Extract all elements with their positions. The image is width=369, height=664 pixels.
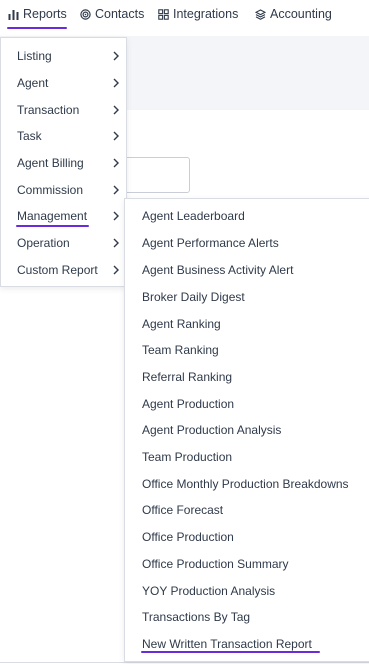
- submenu-item-label: Agent Ranking: [142, 317, 221, 331]
- menu-item-label: Agent: [17, 76, 49, 90]
- submenu-item-label: Office Production: [142, 530, 234, 544]
- submenu-item-label: Transactions By Tag: [142, 610, 251, 624]
- submenu-item-label: Office Monthly Production Breakdowns: [142, 477, 349, 491]
- bar-chart-icon: [8, 9, 19, 20]
- menu-item-task[interactable]: Task: [1, 123, 126, 149]
- menu-item-label: Custom Report: [17, 263, 98, 277]
- chevron-right-icon: [113, 265, 119, 275]
- nav-integrations[interactable]: Integrations: [158, 0, 238, 28]
- submenu-item-label: Broker Daily Digest: [142, 290, 245, 304]
- menu-item-custom-report[interactable]: Custom Report: [1, 257, 126, 283]
- submenu-item-label: Team Ranking: [142, 343, 219, 357]
- submenu-item-office-production[interactable]: Office Production: [125, 524, 369, 550]
- menu-item-agent[interactable]: Agent: [1, 70, 126, 96]
- nav-accounting[interactable]: Accounting: [255, 0, 332, 28]
- nav-integrations-label: Integrations: [173, 7, 239, 21]
- divider: [0, 662, 369, 663]
- menu-item-agent-billing[interactable]: Agent Billing: [1, 150, 126, 176]
- chevron-right-icon: [113, 185, 119, 195]
- active-tab-indicator: [7, 27, 67, 29]
- chevron-right-icon: [113, 131, 119, 141]
- submenu-item-label: Agent Performance Alerts: [142, 236, 279, 250]
- submenu-item-agent-production[interactable]: Agent Production: [125, 391, 369, 417]
- submenu-item-team-production[interactable]: Team Production: [125, 444, 369, 470]
- submenu-item-team-ranking[interactable]: Team Ranking: [125, 337, 369, 363]
- target-icon: [80, 8, 91, 20]
- submenu-item-label: New Written Transaction Report: [142, 637, 312, 651]
- submenu-item-label: YOY Production Analysis: [142, 584, 276, 598]
- menu-item-label: Management: [17, 209, 88, 223]
- menu-item-commission[interactable]: Commission: [1, 177, 126, 203]
- submenu-item-agent-ranking[interactable]: Agent Ranking: [125, 311, 369, 337]
- submenu-item-label: Referral Ranking: [142, 370, 233, 384]
- submenu-item-office-production-summary[interactable]: Office Production Summary: [125, 551, 369, 577]
- chevron-right-icon: [113, 158, 119, 168]
- nav-contacts[interactable]: Contacts: [80, 0, 144, 28]
- submenu-item-agent-leaderboard[interactable]: Agent Leaderboard: [125, 203, 369, 229]
- submenu-item-yoy-production-analysis[interactable]: YOY Production Analysis: [125, 578, 369, 604]
- chevron-right-icon: [113, 105, 119, 115]
- chevron-right-icon: [113, 211, 119, 221]
- menu-item-label: Task: [17, 129, 42, 143]
- submenu-item-label: Agent Production: [142, 397, 235, 411]
- submenu-item-label: Agent Business Activity Alert: [142, 263, 294, 277]
- submenu-item-referral-ranking[interactable]: Referral Ranking: [125, 364, 369, 390]
- filter-input[interactable]: [120, 157, 190, 193]
- menu-item-listing[interactable]: Listing: [1, 43, 126, 69]
- nav-reports-label: Reports: [23, 7, 67, 21]
- grid-icon: [158, 8, 169, 20]
- submenu-item-new-written-transaction-report[interactable]: New Written Transaction Report: [125, 631, 369, 657]
- menu-item-label: Commission: [17, 183, 84, 197]
- active-menu-indicator: [16, 225, 89, 227]
- submenu-item-office-forecast[interactable]: Office Forecast: [125, 497, 369, 523]
- active-submenu-indicator: [141, 651, 320, 653]
- chevron-right-icon: [113, 238, 119, 248]
- reports-dropdown: Listing Agent Transaction Task Agent Bil…: [0, 37, 127, 287]
- menu-item-transaction[interactable]: Transaction: [1, 97, 126, 123]
- chevron-right-icon: [113, 51, 119, 61]
- menu-item-operation[interactable]: Operation: [1, 230, 126, 256]
- submenu-item-agent-business-activity-alert[interactable]: Agent Business Activity Alert: [125, 257, 369, 283]
- submenu-item-broker-daily-digest[interactable]: Broker Daily Digest: [125, 284, 369, 310]
- submenu-item-label: Office Production Summary: [142, 557, 289, 571]
- nav-accounting-label: Accounting: [270, 7, 332, 21]
- submenu-item-label: Agent Production Analysis: [142, 423, 282, 437]
- chevron-right-icon: [113, 78, 119, 88]
- submenu-item-agent-performance-alerts[interactable]: Agent Performance Alerts: [125, 230, 369, 256]
- submenu-item-agent-production-analysis[interactable]: Agent Production Analysis: [125, 417, 369, 443]
- submenu-item-label: Office Forecast: [142, 503, 224, 517]
- submenu-item-label: Agent Leaderboard: [142, 209, 245, 223]
- layers-icon: [255, 8, 266, 20]
- submenu-item-transactions-by-tag[interactable]: Transactions By Tag: [125, 604, 369, 630]
- management-submenu: Agent Leaderboard Agent Performance Aler…: [124, 198, 369, 662]
- menu-item-label: Transaction: [17, 103, 80, 117]
- top-nav: Reports Contacts Integrations Accounting: [0, 0, 369, 36]
- submenu-item-office-monthly-production-breakdowns[interactable]: Office Monthly Production Breakdowns: [125, 471, 369, 497]
- nav-contacts-label: Contacts: [95, 7, 145, 21]
- menu-item-label: Listing: [17, 49, 52, 63]
- submenu-item-label: Team Production: [142, 450, 233, 464]
- menu-item-label: Agent Billing: [17, 156, 84, 170]
- nav-reports[interactable]: Reports: [8, 0, 67, 28]
- menu-item-label: Operation: [17, 236, 70, 250]
